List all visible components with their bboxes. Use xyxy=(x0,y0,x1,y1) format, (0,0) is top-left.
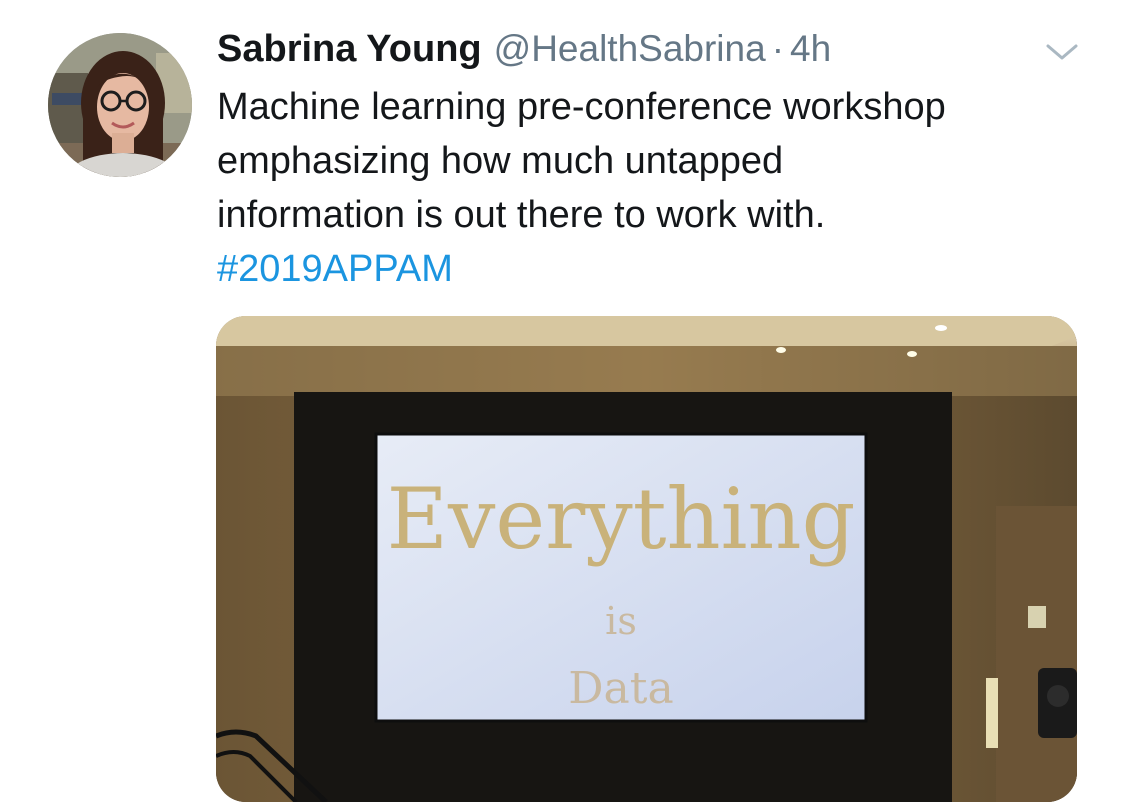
tweet-text: Machine learning pre-conference workshop… xyxy=(217,80,1097,296)
tweet[interactable]: Sabrina Young @HealthSabrina · 4h Machin… xyxy=(0,0,1125,811)
slide-subtitle-text: Data xyxy=(568,663,673,714)
hashtag-link[interactable]: #2019APPAM xyxy=(217,242,1097,296)
header-separator: · xyxy=(771,28,785,69)
tweet-text-line: Machine learning pre-conference workshop xyxy=(217,86,946,128)
author-display-name[interactable]: Sabrina Young xyxy=(217,28,482,71)
author-handle[interactable]: @HealthSabrina xyxy=(494,28,766,70)
tweet-media-photo[interactable]: Everything is Data xyxy=(216,316,1077,802)
slide-subtitle-text: is xyxy=(605,599,637,643)
slide-title-text: Everything xyxy=(387,470,856,568)
tweet-text-line: emphasizing how much untapped xyxy=(217,140,784,182)
tweet-text-line: information is out there to work with. xyxy=(217,194,826,236)
tweet-timestamp[interactable]: 4h xyxy=(790,28,831,70)
avatar[interactable] xyxy=(48,33,192,177)
chevron-down-icon[interactable] xyxy=(1042,38,1082,64)
tweet-header: Sabrina Young @HealthSabrina · 4h xyxy=(217,28,831,74)
